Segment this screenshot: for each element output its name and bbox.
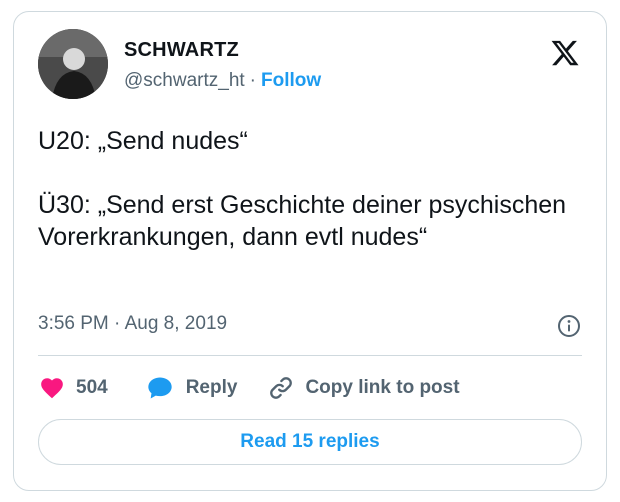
x-logo-icon[interactable] [550,38,580,68]
reply-label: Reply [185,377,238,398]
copy-link-button[interactable]: Copy link to post [267,374,460,402]
author-handle-row: @schwartz_ht · Follow [124,70,321,92]
copy-link-label: Copy link to post [305,377,460,398]
like-count: 504 [76,377,108,398]
read-replies-button[interactable]: Read 15 replies [38,419,582,465]
link-icon [270,377,293,399]
tweet-card: SCHWARTZ @schwartz_ht · Follow U20: „Send … [13,11,607,491]
author-handle[interactable]: @schwartz_ht [124,70,245,91]
info-icon[interactable] [557,314,581,338]
tweet-text: U20: „Send nudes“ Ü30: „Send erst Geschi… [38,127,567,251]
reply-button[interactable]: Reply [146,374,238,402]
avatar[interactable] [38,29,108,99]
like-button[interactable]: 504 [38,375,108,401]
author-name[interactable]: SCHWARTZ [124,39,239,62]
timestamp[interactable]: 3:56 PM · Aug 8, 2019 [38,313,227,335]
heart-icon [41,378,63,399]
action-bar: 504 Reply Copy link to post [38,372,460,404]
separator-dot: · [249,70,256,91]
follow-button[interactable]: Follow [261,70,321,91]
speech-bubble-icon [148,377,172,399]
divider [38,355,582,356]
